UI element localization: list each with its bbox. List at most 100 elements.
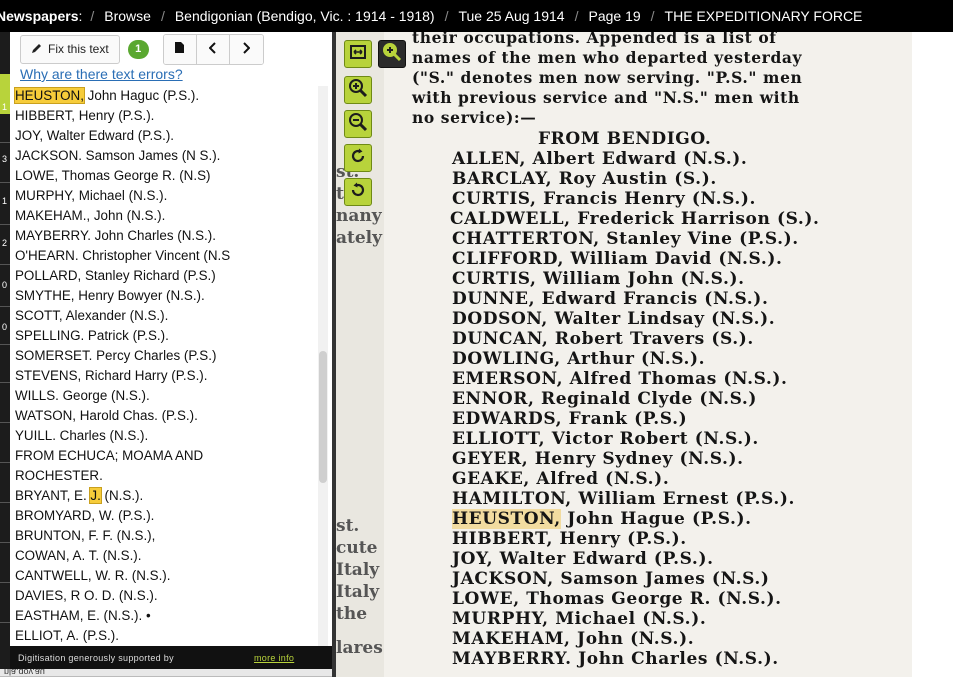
ocr-line[interactable]: YUILL. Charles (N.S.).: [15, 426, 315, 446]
next-button[interactable]: [229, 34, 263, 64]
ocr-line[interactable]: O'HEARN. Christopher Vincent (N.S: [15, 246, 315, 266]
scan-line-text: their occupations. Appended is a list of: [412, 32, 777, 47]
panel-scrollbar[interactable]: [318, 86, 328, 656]
scan-line: HAMILTON, William Ernest (P.S.).: [452, 489, 795, 509]
gutter-marker: 3: [2, 154, 8, 164]
article-nav-group: [162, 33, 264, 65]
breadcrumb-separator: /: [444, 8, 449, 24]
scan-line-text: no service):—: [412, 108, 537, 127]
previous-button[interactable]: [196, 34, 230, 64]
scan-line-text: MAKEHAM, John (N.S.).: [452, 629, 695, 649]
chevron-right-icon: [242, 41, 251, 57]
gutter-divider: [0, 382, 10, 383]
scan-line: JACKSON, Samson James (N.S.): [452, 569, 770, 589]
ocr-line[interactable]: WATSON, Harold Chas. (P.S.).: [15, 406, 315, 426]
ocr-line[interactable]: DAVIES, R O. D. (N.S.).: [15, 586, 315, 606]
rotate-counterclockwise-button[interactable]: [344, 178, 372, 206]
scan-line-text: CALDWELL, Frederick Harrison (S.).: [450, 209, 820, 229]
ocr-line-text: COWAN, A. T. (N.S.).: [15, 548, 142, 563]
ocr-line[interactable]: JACKSON. Samson James (N S.).: [15, 146, 315, 166]
scan-search-highlight: HEUSTON,: [452, 509, 561, 529]
scan-line: HIBBERT, Henry (P.S.).: [452, 529, 687, 549]
breadcrumb-separator: /: [160, 8, 165, 24]
scan-line: HEUSTON, John Hague (P.S.).: [452, 509, 752, 529]
ocr-line[interactable]: BRUNTON, F. F. (N.S.),: [15, 526, 315, 546]
ocr-line[interactable]: WILLS. George (N.S.).: [15, 386, 315, 406]
ocr-line[interactable]: STEVENS, Richard Harry (P.S.).: [15, 366, 315, 386]
scan-line-text: ("S." denotes men now serving. "P.S." me…: [412, 68, 803, 87]
ocr-line[interactable]: SPELLING. Patrick (P.S.).: [15, 326, 315, 346]
scan-line-text: MAYBERRY. John Charles (N.S.).: [452, 649, 779, 669]
gutter-marker: 1: [2, 196, 8, 206]
scan-line: LOWE, Thomas George R. (N.S.).: [452, 589, 782, 609]
breadcrumb-page-link[interactable]: Page 19: [588, 8, 640, 24]
gutter-marker: 2: [2, 238, 8, 248]
gutter-divider: [0, 502, 10, 503]
zoom-in-button[interactable]: [344, 76, 372, 104]
chevron-left-icon: [208, 41, 217, 57]
ocr-line[interactable]: HIBBERT, Henry (P.S.).: [15, 106, 315, 126]
scan-line: BARCLAY, Roy Austin (S.).: [452, 169, 717, 189]
ocr-line[interactable]: SCOTT, Alexander (N.S.).: [15, 306, 315, 326]
gutter-divider: [0, 182, 10, 183]
ocr-line-text: BRUNTON, F. F. (N.S.),: [15, 528, 156, 543]
corrections-count-badge: 1: [127, 39, 149, 59]
rotate-clockwise-button[interactable]: [344, 144, 372, 172]
ocr-line[interactable]: FROM ECHUCA; MOAMA AND: [15, 446, 315, 466]
search-highlight: HEUSTON,: [14, 87, 85, 104]
scan-line: GEYER, Henry Sydney (N.S.).: [452, 449, 744, 469]
adjacent-column-fragment: st.: [336, 516, 360, 536]
ocr-line-text: MURPHY, Michael (N.S.).: [15, 188, 168, 203]
ocr-line[interactable]: ELLIOT, A. (P.S.).: [15, 626, 315, 646]
breadcrumb-title-link[interactable]: Bendigonian (Bendigo, Vic. : 1914 - 1918…: [175, 8, 435, 24]
scrollbar-thumb[interactable]: [319, 351, 327, 483]
text-toolbar: Fix this text 1: [20, 33, 264, 65]
zoom-actual-button[interactable]: [378, 40, 406, 68]
ocr-line[interactable]: HEUSTON, John Haguc (P.S.).: [14, 86, 315, 106]
scan-line: DODSON, Walter Lindsay (N.S.).: [452, 309, 775, 329]
more-info-link[interactable]: more info: [254, 653, 294, 663]
scan-line: CURTIS, William John (N.S.).: [452, 269, 745, 289]
gutter-divider: [0, 622, 10, 623]
ocr-line[interactable]: EASTHAM, E. (N.S.). •: [15, 606, 315, 626]
ocr-line[interactable]: JOY, Walter Edward (P.S.).: [15, 126, 315, 146]
gutter-divider: [0, 264, 10, 265]
document-button[interactable]: [163, 34, 197, 64]
fix-text-button[interactable]: Fix this text: [20, 34, 120, 64]
scan-line: no service):—: [412, 108, 536, 127]
ocr-line[interactable]: COWAN, A. T. (N.S.).: [15, 546, 315, 566]
ocr-line[interactable]: SMYTHE, Henry Bowyer (N.S.).: [15, 286, 315, 306]
fit-width-button[interactable]: [344, 40, 372, 68]
breadcrumb-issue-link[interactable]: Tue 25 Aug 1914: [458, 8, 564, 24]
ocr-line[interactable]: LOWE, Thomas George R. (N.S): [15, 166, 315, 186]
article-scan: their occupations. Appended is a list of…: [384, 32, 912, 677]
breadcrumb-separator: /: [90, 8, 95, 24]
gutter-divider: [0, 142, 10, 143]
ocr-line[interactable]: BROMYARD, W. (P.S.).: [15, 506, 315, 526]
breadcrumb: Newspapers: / Browse / Bendigonian (Bend…: [0, 0, 953, 32]
ocr-line[interactable]: MAYBERRY. John Charles (N.S.).: [15, 226, 315, 246]
ocr-text-list: HEUSTON, John Haguc (P.S.). HIBBERT, Henr…: [14, 86, 315, 646]
ocr-line[interactable]: CANTWELL, W. R. (N.S.).: [15, 566, 315, 586]
scan-line: their occupations. Appended is a list of: [412, 32, 777, 47]
breadcrumb-root-link[interactable]: Newspapers: [0, 8, 78, 24]
text-errors-help-link[interactable]: Why are there text errors?: [20, 66, 183, 82]
ocr-line-text: SOMERSET. Percy Charles (P.S.): [15, 348, 217, 363]
ocr-line[interactable]: MURPHY, Michael (N.S.).: [15, 186, 315, 206]
ocr-line[interactable]: SOMERSET. Percy Charles (P.S.): [15, 346, 315, 366]
ocr-line[interactable]: MAKEHAM., John (N.S.).: [15, 206, 315, 226]
page-image-viewer[interactable]: st.tw-nanyatelyst.cuteItalyItalythelares…: [336, 32, 953, 677]
ocr-line-text: EASTHAM, E. (N.S.). •: [15, 608, 151, 623]
search-highlight: J.: [89, 487, 102, 504]
ocr-line-text: MAYBERRY. John Charles (N.S.).: [15, 228, 216, 243]
ocr-line-text: JOY, Walter Edward (P.S.).: [15, 128, 175, 143]
zoom-out-button[interactable]: [344, 110, 372, 138]
sponsor-footer: Digitisation generously supported by mor…: [10, 646, 332, 669]
ocr-line[interactable]: ROCHESTER.: [15, 466, 315, 486]
scan-line: FROM BENDIGO.: [538, 129, 711, 149]
ocr-line[interactable]: BRYANT, E. J. (N.S.).: [15, 486, 315, 506]
scan-line-text: JOY, Walter Edward (P.S.).: [452, 549, 714, 569]
ocr-line[interactable]: POLLARD, Stanley Richard (P.S.): [15, 266, 315, 286]
scan-line-text: BARCLAY, Roy Austin (S.).: [452, 169, 717, 189]
breadcrumb-browse-link[interactable]: Browse: [104, 8, 151, 24]
